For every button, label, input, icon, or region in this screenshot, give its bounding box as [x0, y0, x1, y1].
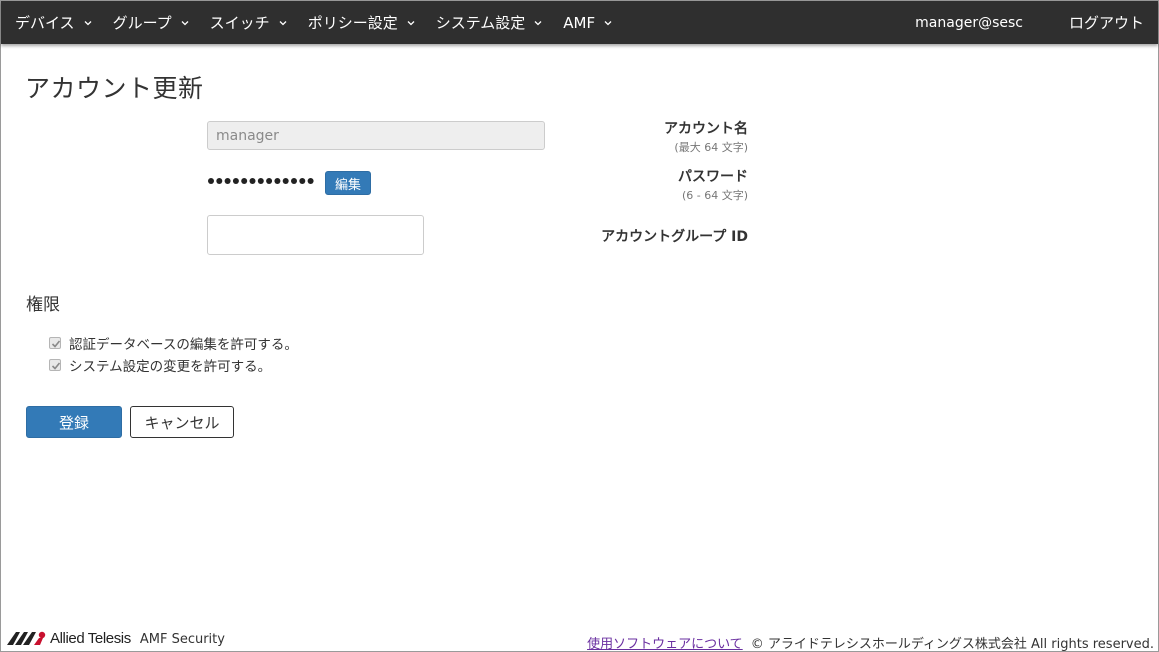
menu-policy-settings[interactable]: ポリシー設定	[308, 1, 416, 44]
menu-switches-label: スイッチ	[209, 14, 270, 32]
password-masked-value	[207, 171, 317, 194]
chevron-down-icon	[533, 18, 543, 28]
footer-brand: Allied Telesis AMF Security	[7, 629, 225, 647]
menu-system-settings[interactable]: システム設定	[436, 1, 544, 44]
submit-button[interactable]: 登録	[26, 406, 122, 438]
menu-switches[interactable]: スイッチ	[210, 1, 288, 44]
account-name-label: アカウント名	[664, 121, 748, 137]
edit-password-button[interactable]: 編集	[325, 171, 371, 195]
account-group-id-label-group: アカウントグループ ID	[558, 226, 748, 246]
account-name-label-group: アカウント名 (最大 64 文字)	[558, 118, 748, 155]
menu-amf-label: AMF	[563, 13, 596, 32]
permission-change-system-settings: システム設定の変更を許可する。	[49, 355, 271, 375]
account-group-id-input[interactable]	[207, 215, 424, 255]
checkbox-edit-auth-db	[49, 337, 61, 349]
password-label-group: パスワード (6 - 64 文字)	[558, 166, 748, 203]
cancel-button[interactable]: キャンセル	[130, 406, 234, 438]
menu-system-settings-label: システム設定	[435, 14, 526, 32]
brand-name: Allied Telesis	[50, 629, 131, 647]
about-software-link[interactable]: 使用ソフトウェアについて	[587, 633, 743, 652]
account-group-id-label: アカウントグループ ID	[601, 229, 748, 245]
account-name-hint: (最大 64 文字)	[674, 141, 748, 154]
chevron-down-icon	[180, 18, 190, 28]
logout-link[interactable]: ログアウト	[1069, 12, 1144, 33]
product-name: AMF Security	[139, 632, 225, 647]
page-title: アカウント更新	[25, 74, 204, 103]
account-name-input	[207, 121, 545, 150]
permission-edit-auth-db-label: 認証データベースの編集を許可する。	[69, 337, 298, 353]
menu-policy-settings-label: ポリシー設定	[307, 14, 398, 32]
menu-devices[interactable]: デバイス	[15, 1, 93, 44]
copyright-text: © アライドテレシスホールディングス株式会社 All rights reserv…	[750, 637, 1154, 652]
chevron-down-icon	[603, 18, 613, 28]
menu-groups-label: グループ	[112, 14, 172, 32]
password-hint: (6 - 64 文字)	[681, 189, 748, 202]
check-icon	[51, 362, 61, 370]
menu-devices-label: デバイス	[15, 14, 75, 32]
checkbox-change-system-settings	[49, 359, 61, 371]
permission-edit-auth-db: 認証データベースの編集を許可する。	[49, 333, 298, 353]
chevron-down-icon	[406, 18, 416, 28]
chevron-down-icon	[83, 18, 93, 28]
footer-info: 使用ソフトウェアについて © アライドテレシスホールディングス株式会社 All …	[587, 633, 1154, 652]
password-label: パスワード	[678, 169, 748, 185]
main-menu: デバイス グループ スイッチ ポリシー設定 システム設定 AMF	[1, 1, 633, 44]
check-icon	[51, 340, 61, 348]
permissions-title: 権限	[26, 295, 60, 315]
current-user[interactable]: manager@sesc	[915, 15, 1023, 31]
password-dots-graphic	[208, 178, 314, 184]
chevron-down-icon	[278, 18, 288, 28]
permission-change-system-settings-label: システム設定の変更を許可する。	[69, 359, 272, 375]
allied-telesis-logo-icon	[7, 629, 47, 647]
nav-right: manager@sesc ログアウト	[915, 1, 1158, 44]
menu-amf[interactable]: AMF	[563, 1, 613, 44]
top-navbar: デバイス グループ スイッチ ポリシー設定 システム設定 AMF manager…	[1, 1, 1158, 44]
menu-groups[interactable]: グループ	[113, 1, 190, 44]
